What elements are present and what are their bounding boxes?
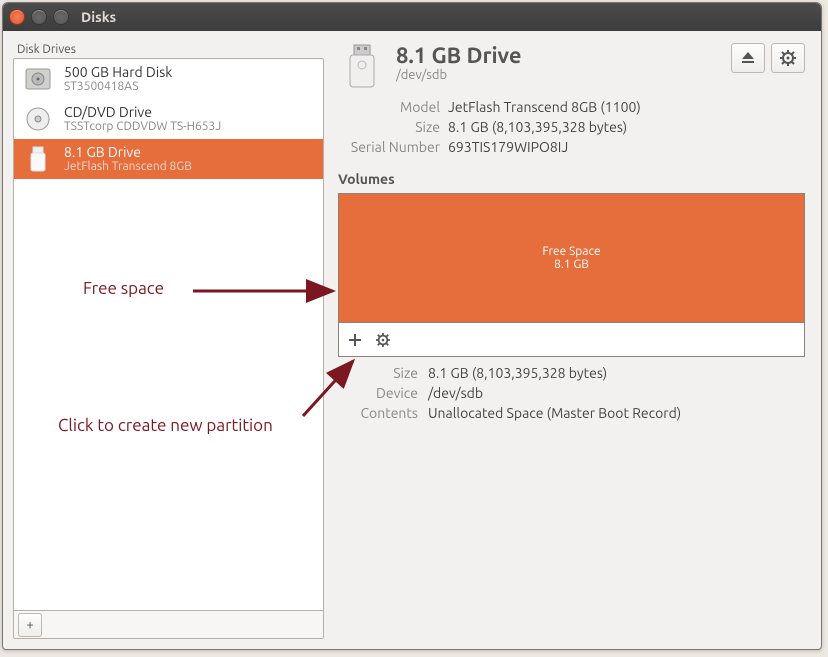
drive-item-title: CD/DVD Drive — [64, 104, 221, 120]
size-label: Size — [338, 119, 448, 135]
free-space-label: Free Space — [542, 245, 600, 258]
drive-item-sub: ST3500418AS — [64, 80, 172, 94]
sidebar: Disk Drives 500 GB Hard Disk ST3500418AS — [13, 41, 324, 639]
usb-icon — [22, 143, 54, 175]
eject-button[interactable] — [731, 43, 765, 73]
model-value: JetFlash Transcend 8GB (1100) — [448, 99, 805, 115]
vol-device-value: /dev/sdb — [428, 385, 805, 401]
volume-detail: Size 8.1 GB (8,103,395,328 bytes) Device… — [338, 365, 805, 421]
serial-value: 693TIS179WIPO8IJ — [448, 139, 805, 155]
volumes-heading: Volumes — [338, 171, 805, 187]
volume-toolbar — [339, 322, 804, 356]
drive-item-title: 500 GB Hard Disk — [64, 64, 172, 80]
drive-item-sub: TSSTcorp CDDVDW TS-H653J — [64, 120, 221, 134]
sidebar-label: Disk Drives — [13, 41, 324, 58]
free-space-region[interactable]: Free Space 8.1 GB — [339, 194, 804, 322]
drive-item-optical[interactable]: CD/DVD Drive TSSTcorp CDDVDW TS-H653J — [14, 99, 323, 139]
content-area: Free space Click to create new partition… — [3, 31, 821, 649]
minimize-window-button[interactable] — [31, 9, 47, 25]
vol-device-label: Device — [338, 385, 428, 401]
drive-info: Model JetFlash Transcend 8GB (1100) Size… — [338, 99, 805, 155]
vol-contents-value: Unallocated Space (Master Boot Record) — [428, 405, 805, 421]
hdd-icon — [22, 63, 54, 95]
drive-item-usb[interactable]: 8.1 GB Drive JetFlash Transcend 8GB — [14, 139, 323, 179]
drive-item-sub: JetFlash Transcend 8GB — [64, 160, 192, 174]
volumes-box: Free Space 8.1 GB — [338, 193, 805, 357]
vol-size-label: Size — [338, 365, 428, 381]
optical-icon — [22, 103, 54, 135]
vol-size-value: 8.1 GB (8,103,395,328 bytes) — [428, 365, 805, 381]
drive-list: 500 GB Hard Disk ST3500418AS CD/DVD Driv… — [13, 58, 324, 639]
drive-item-hdd[interactable]: 500 GB Hard Disk ST3500418AS — [14, 59, 323, 99]
usb-drive-icon — [338, 43, 386, 91]
drive-item-title: 8.1 GB Drive — [64, 144, 192, 160]
drive-options-button[interactable] — [771, 43, 805, 73]
sidebar-toolbar: + — [14, 610, 323, 638]
drive-name: 8.1 GB Drive — [396, 43, 721, 68]
close-window-button[interactable] — [9, 9, 25, 25]
add-drive-button[interactable]: + — [18, 613, 42, 637]
drive-header: 8.1 GB Drive /dev/sdb — [338, 43, 805, 91]
model-label: Model — [338, 99, 448, 115]
window: Disks Free space Click to create new par… — [2, 2, 822, 650]
titlebar: Disks — [3, 3, 821, 31]
free-space-size: 8.1 GB — [554, 258, 589, 271]
serial-label: Serial Number — [338, 139, 448, 155]
vol-contents-label: Contents — [338, 405, 428, 421]
maximize-window-button[interactable] — [53, 9, 69, 25]
size-value: 8.1 GB (8,103,395,328 bytes) — [448, 119, 805, 135]
window-title: Disks — [81, 9, 116, 25]
main-panel: 8.1 GB Drive /dev/sdb Model JetFlash Tra… — [332, 41, 811, 639]
device-path: /dev/sdb — [396, 68, 721, 82]
volume-options-button[interactable] — [373, 330, 393, 350]
create-partition-button[interactable] — [345, 330, 365, 350]
